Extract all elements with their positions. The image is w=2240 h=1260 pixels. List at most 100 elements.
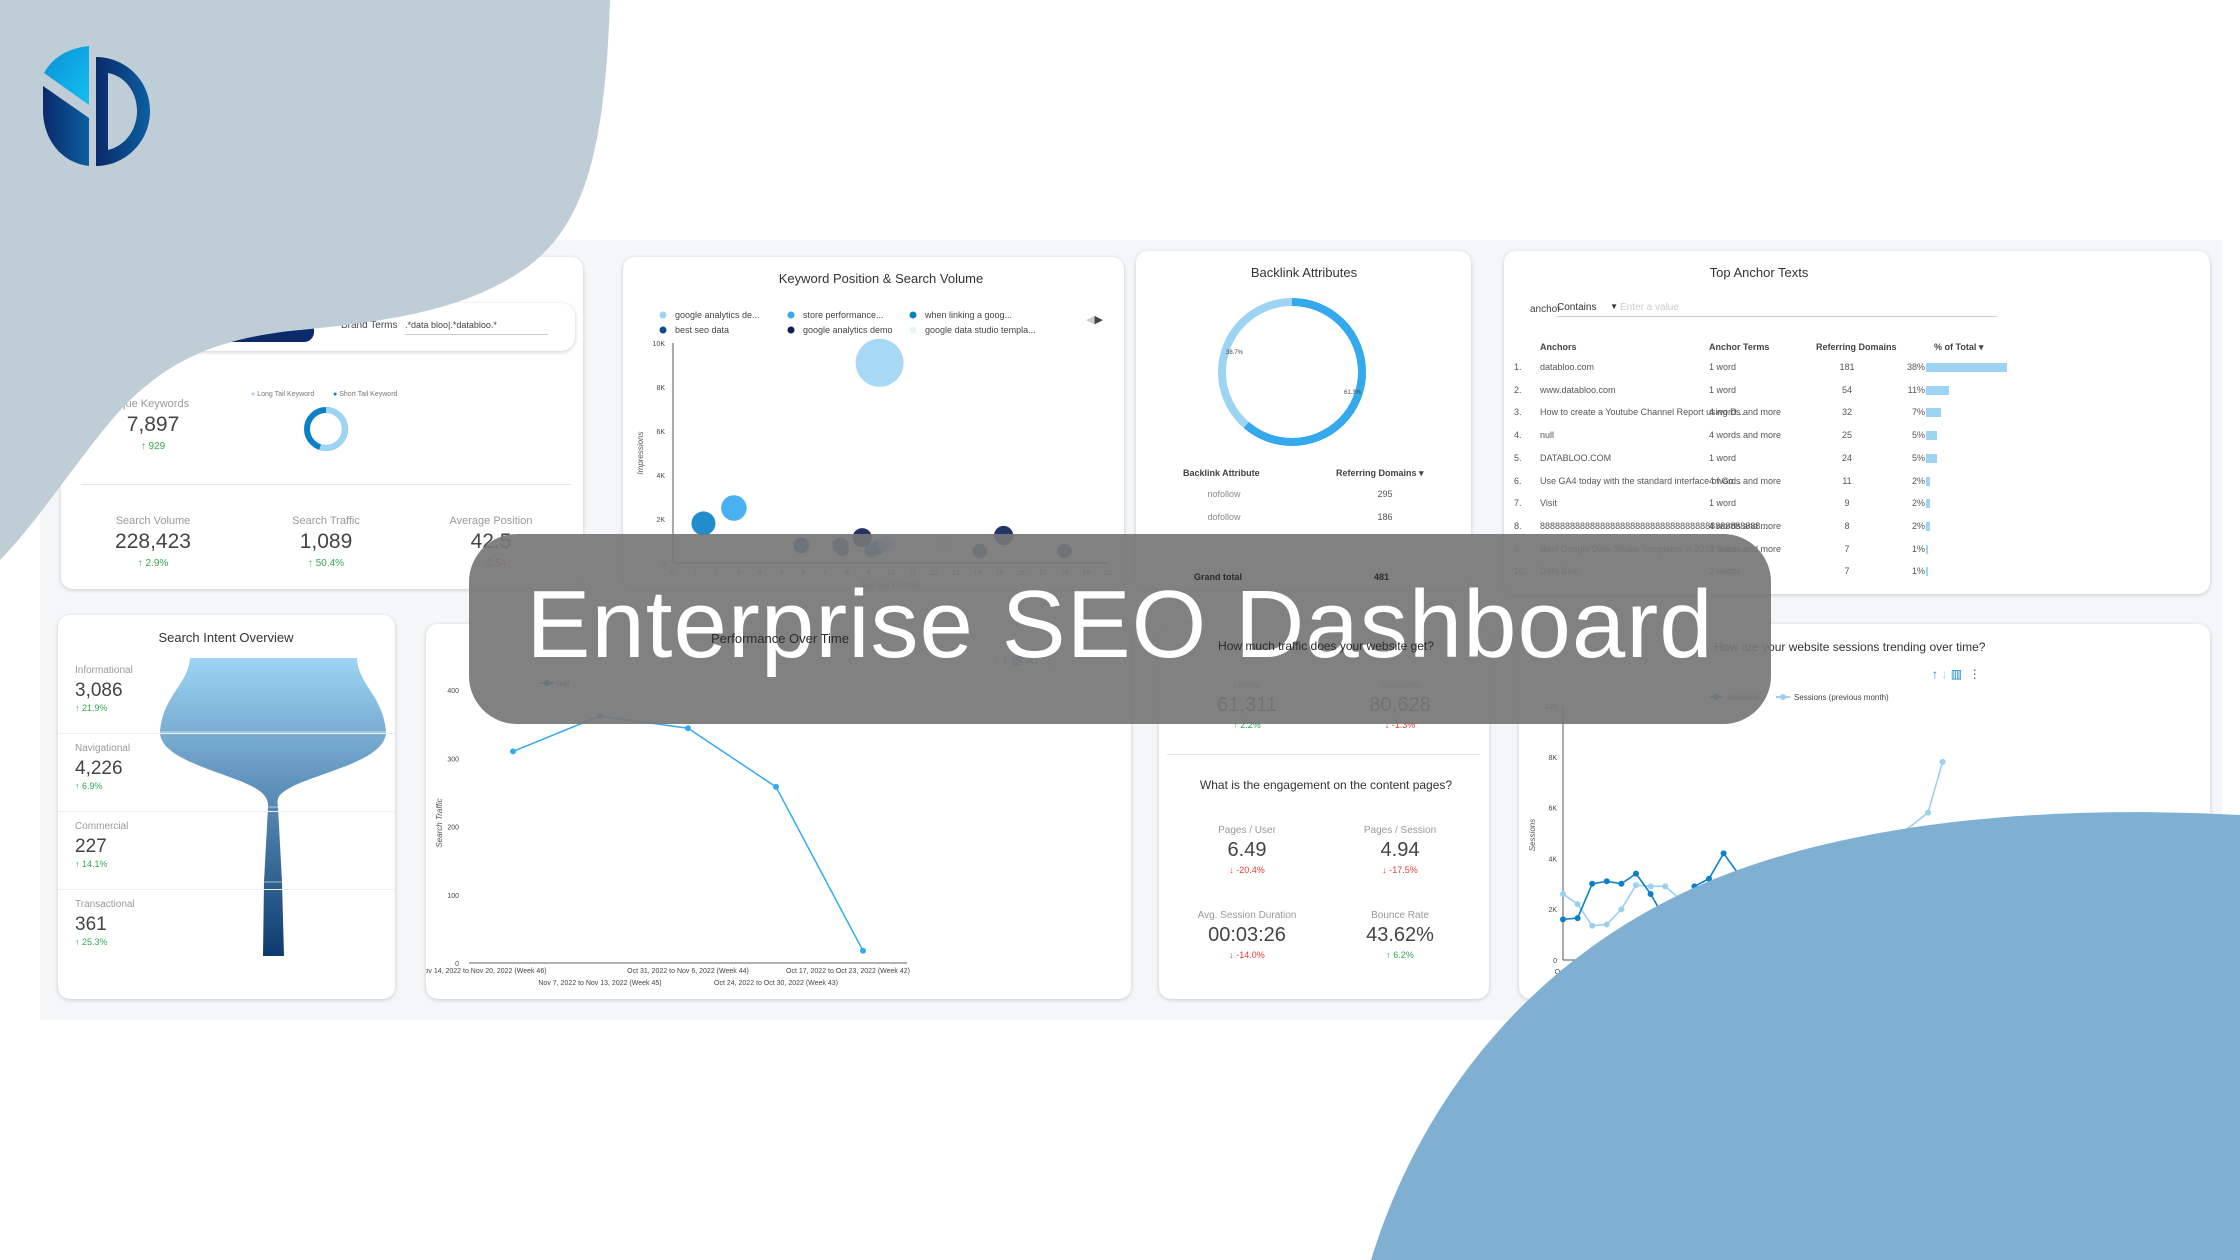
percent-bar	[1926, 521, 1931, 531]
unique-keywords-label: ique Keywords	[116, 398, 190, 410]
legend-label: Sessions (previous month)	[1794, 693, 1889, 702]
x-tick-label: Nov 7, 2022 to Nov 13, 2022 (Week 45)	[538, 980, 661, 987]
intent-value: 3,086	[75, 680, 123, 701]
databloo-logo	[43, 46, 150, 166]
table-cell: dofollow	[1207, 512, 1241, 522]
divider	[58, 811, 395, 812]
data-point	[1720, 850, 1727, 857]
legend-marker	[787, 326, 795, 334]
series-line	[1562, 851, 1841, 921]
y-axis-label: Impressions	[636, 431, 645, 474]
data-point	[1706, 920, 1712, 927]
data-point	[1603, 921, 1610, 928]
anchor-terms: 1 word	[1709, 498, 1737, 509]
row-number: 7.	[1514, 498, 1522, 509]
data-point	[1837, 880, 1844, 887]
percent-bar	[1926, 363, 2007, 372]
y-tick-label: 400	[447, 688, 459, 695]
data-point	[1706, 875, 1712, 882]
metric-delta: ↓ -20.4%	[1229, 865, 1265, 875]
filter-operator-select[interactable]: Contains ▼	[1557, 302, 1620, 317]
referring-domains: 7	[1844, 543, 1850, 554]
intent-delta: ↑ 25.3%	[75, 937, 108, 947]
generic-keywords-button[interactable]: Generic Keywords	[203, 312, 314, 342]
data-point	[1633, 870, 1639, 877]
data-point	[1618, 906, 1625, 913]
anchor-terms: 4 words and more	[1709, 407, 1782, 418]
filter-value-input[interactable]: Enter a value	[1620, 302, 1997, 317]
anchor-text: DATABLOO.COM	[1540, 452, 1612, 463]
metric-value: 43.62%	[1366, 924, 1434, 946]
anchor-terms: 4 words and more	[1709, 520, 1782, 531]
anchor-terms: 1 word	[1709, 384, 1737, 395]
referring-domains: 9	[1844, 498, 1850, 509]
filter-field-label: anchor	[1530, 304, 1561, 315]
column-header-sort[interactable]: Referring Domains ▾	[1336, 468, 1424, 479]
intent-delta: ↑ 14.1%	[75, 859, 108, 869]
metric-value: 4.94	[1380, 839, 1420, 861]
percent-of-total: 5%	[1911, 452, 1925, 463]
legend-label: google analytics de...	[675, 310, 760, 320]
legend-label: when linking a goog...	[924, 310, 1012, 320]
metric-label: Pages / User	[1218, 825, 1276, 836]
referring-domains: 7	[1844, 566, 1850, 577]
chevron-down-icon: ▼	[1610, 302, 1618, 311]
metric-value: 6.49	[1227, 839, 1267, 861]
y-tick-label: 2K	[656, 517, 665, 524]
metric-label: Avg. Session Duration	[1197, 910, 1297, 921]
stat-delta: ↑ 50.4%	[307, 558, 345, 569]
stat-value: 1,089	[299, 530, 353, 553]
y-tick-label: 6K	[1548, 806, 1557, 813]
data-point	[1691, 922, 1698, 929]
percent-of-total: 5%	[1911, 430, 1925, 441]
legend-marker	[909, 326, 917, 334]
intent-label: Navigational	[75, 743, 131, 754]
table-cell: 295	[1377, 489, 1393, 499]
data-point	[1764, 883, 1771, 890]
metric-delta: ↓ -17.5%	[1382, 865, 1418, 875]
data-point	[1779, 908, 1785, 915]
x-tick-label: Oct 17, 2022 to Oct 23, 2022 (Week 42)	[786, 968, 910, 975]
percent-of-total: 1%	[1911, 566, 1925, 577]
stat-label: Average Position	[449, 515, 533, 527]
series-line	[512, 715, 864, 952]
row-number: 5.	[1514, 452, 1522, 463]
metric-delta: ↓ -14.0%	[1229, 950, 1265, 960]
data-point	[1633, 882, 1639, 889]
table-cell: nofollow	[1207, 489, 1241, 499]
data-point	[685, 725, 691, 732]
legend-label: google analytics demo	[803, 325, 893, 335]
data-point	[1793, 870, 1800, 877]
x-tick-label: Oct 4	[1598, 969, 1615, 976]
legend-short-tail: ● Short Tail Keyword	[333, 391, 398, 398]
referring-domains: 32	[1841, 407, 1853, 418]
referring-domains: 11	[1842, 475, 1852, 486]
x-tick-label: Oct 1	[1555, 969, 1572, 976]
slice-label: 61.3%	[1344, 390, 1362, 396]
x-tick-label: Oct 13	[1728, 969, 1749, 976]
row-number: 2.	[1514, 384, 1522, 395]
data-point	[1749, 880, 1756, 887]
y-tick-label: 100	[447, 893, 459, 900]
brand-terms-input[interactable]: .*data bloo|.*databloo.*	[405, 320, 548, 335]
unique-keywords-value: 7,897	[126, 413, 180, 436]
intent-value: 361	[75, 914, 107, 935]
legend-label: store performance...	[803, 310, 884, 320]
y-tick-label: 4K	[656, 473, 665, 480]
anchor-terms: 4 words and more	[1709, 475, 1782, 486]
percent-of-total: 2%	[1911, 475, 1925, 486]
data-point	[1691, 883, 1698, 890]
column-header[interactable]: % of Total ▾	[1934, 342, 1983, 353]
data-point	[1939, 758, 1946, 765]
intent-label: Commercial	[75, 821, 129, 832]
legend-long-tail: ● Long Tail Keyword	[251, 391, 315, 398]
data-point	[1735, 870, 1742, 877]
percent-bar	[1926, 499, 1931, 509]
anchor-text: Visit	[1540, 498, 1557, 509]
anchor-text: www.databloo.com	[1540, 384, 1616, 395]
x-tick-label: Oct 7	[1642, 969, 1659, 976]
row-number: 6.	[1514, 475, 1522, 486]
referring-domains: 8	[1844, 520, 1850, 531]
grand-total-label: Grand total	[1194, 572, 1243, 582]
column-header: Referring Domains	[1816, 342, 1897, 352]
